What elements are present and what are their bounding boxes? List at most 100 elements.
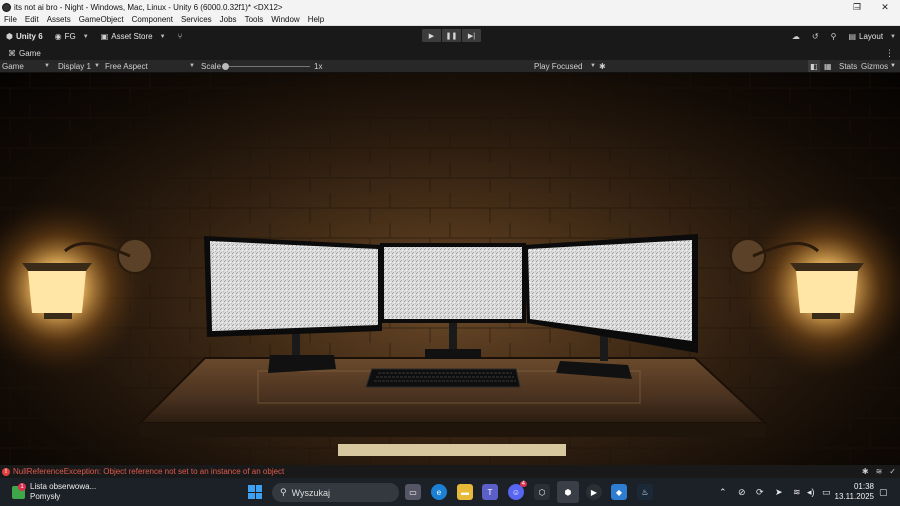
menu-window[interactable]: Window [267, 15, 303, 24]
menu-assets[interactable]: Assets [43, 15, 75, 24]
camera-off-icon[interactable]: ⊘ [738, 478, 746, 506]
chevron-down-icon: ▼ [890, 33, 896, 40]
volume-icon[interactable]: ◂) [807, 478, 815, 506]
view-mode-dropdown[interactable]: Game ▼ [2, 60, 52, 72]
console-error-message[interactable]: NullReferenceException: Object reference… [13, 467, 284, 476]
more-options-icon[interactable]: ⋮ [885, 47, 894, 60]
taskbar-search[interactable]: ⚲ Wyszukaj [272, 483, 399, 502]
widget-badge: 1 [18, 482, 26, 491]
game-viewport[interactable] [0, 73, 900, 465]
scale-slider-track[interactable] [224, 66, 310, 67]
search-icon: ⚲ [280, 487, 287, 497]
monitor-left [204, 236, 382, 337]
mute-audio-icon[interactable]: ◧ [808, 60, 820, 72]
unity-app-icon [2, 2, 11, 12]
bug-icon[interactable]: ✱ [599, 60, 606, 72]
taskbar-clock[interactable]: 01:38 13.11.2025 [835, 482, 874, 502]
keyboard-shortcuts-icon[interactable]: ▦ [824, 60, 832, 72]
desk-top [137, 357, 768, 424]
chevron-down-icon: ▼ [590, 63, 596, 69]
keyboard [365, 368, 521, 388]
window-title-bar: its not ai bro - Night - Windows, Mac, L… [0, 0, 900, 14]
layout-dropdown[interactable]: ▤ Layout ▼ [848, 26, 896, 47]
game-view-bar: Game ▼ Display 1 ▼ Free Aspect ▼ Scale 1… [0, 60, 900, 73]
widget-title: Lista obserwowa... [30, 482, 97, 491]
console-status-bar[interactable]: ! NullReferenceException: Object referen… [0, 465, 900, 478]
cloud-icon[interactable]: ☁ [792, 32, 800, 41]
chevron-down-icon: ▼ [159, 33, 166, 40]
play-button[interactable]: ▶ [422, 29, 441, 42]
sync-icon[interactable]: ⟳ [756, 478, 764, 506]
account-icon: ◉ [54, 32, 62, 41]
edge-icon[interactable]: e [431, 484, 447, 500]
menu-jobs[interactable]: Jobs [216, 15, 241, 24]
gizmos-button[interactable]: Gizmos [861, 60, 888, 72]
layout-icon: ▤ [848, 32, 857, 41]
notifications-icon[interactable]: ▢ [879, 478, 888, 506]
pause-button[interactable]: ❚❚ [442, 29, 461, 42]
toolbar-right: ☁ ↺ ⚲ ▤ Layout ▼ [792, 26, 896, 47]
clock-date: 13.11.2025 [834, 492, 874, 501]
error-icon: ! [2, 467, 10, 476]
send-icon[interactable]: ➤ [775, 478, 783, 506]
desk-drawer-light [338, 444, 566, 456]
menu-edit[interactable]: Edit [21, 15, 43, 24]
debug-icon[interactable]: ✱ [862, 467, 869, 476]
unity-editor-icon[interactable]: ⬢ [557, 481, 579, 503]
play-icon: ▶ [428, 32, 435, 40]
close-button[interactable]: ✕ [871, 0, 899, 14]
play-mode-label: Play Focused [534, 61, 583, 71]
scale-slider-handle[interactable] [222, 63, 229, 70]
stats-button[interactable]: Stats [839, 60, 857, 72]
asset-store-label: Asset Store [111, 32, 153, 41]
aspect-dropdown[interactable]: Free Aspect ▼ [105, 60, 195, 72]
discord-icon[interactable]: ☺ 4 [508, 481, 527, 500]
visual-studio-icon[interactable]: ◆ [611, 484, 627, 500]
tab-strip: ⌘ Game ⋮ [0, 47, 900, 60]
start-tile [248, 492, 255, 499]
step-button[interactable]: ▶| [462, 29, 481, 42]
file-explorer-icon[interactable]: ▬ [457, 484, 473, 500]
wifi-icon[interactable]: ≋ [793, 478, 801, 506]
task-view-icon[interactable]: ▭ [405, 484, 421, 500]
view-mode-label: Game [2, 61, 24, 71]
search-placeholder: Wyszukaj [291, 487, 331, 498]
asset-store-dropdown[interactable]: ▣ Asset Store ▼ [95, 26, 172, 47]
menu-gameobject[interactable]: GameObject [75, 15, 128, 24]
unity-menu-button[interactable]: ⬢ Unity 6 [0, 26, 49, 47]
steam-icon[interactable]: ♨ [637, 484, 653, 500]
teams-icon[interactable]: T [482, 484, 498, 500]
news-widget[interactable]: 1 Lista obserwowa... Pomysły [12, 482, 96, 502]
battery-icon[interactable]: ▭ [822, 478, 831, 506]
display-dropdown[interactable]: Display 1 ▼ [58, 60, 100, 72]
media-player-icon[interactable]: ▶ [586, 484, 602, 500]
tab-game[interactable]: ⌘ Game [2, 47, 47, 60]
version-control-button[interactable]: ⑂ [172, 26, 189, 47]
menu-services[interactable]: Services [177, 15, 216, 24]
layout-label: Layout [859, 32, 884, 41]
maximize-button[interactable]: ❐ [843, 0, 871, 14]
pause-icon: ❚❚ [445, 32, 458, 40]
play-mode-dropdown[interactable]: Play Focused ▼ [534, 60, 596, 72]
step-icon: ▶| [467, 32, 476, 40]
status-icons: ✱ ≋ ✓ [862, 465, 896, 478]
tray-overflow-icon[interactable]: ⌃ [719, 478, 727, 506]
menu-component[interactable]: Component [128, 15, 177, 24]
windows-start-button[interactable] [248, 485, 262, 499]
check-icon[interactable]: ✓ [889, 467, 896, 476]
chevron-down-icon[interactable]: ▼ [890, 60, 896, 72]
menu-file[interactable]: File [0, 15, 21, 24]
menu-help[interactable]: Help [304, 15, 328, 24]
chevron-down-icon: ▼ [44, 63, 50, 69]
discord-glyph: ☺ [511, 487, 521, 497]
search-icon[interactable]: ⚲ [831, 32, 837, 41]
start-tile [248, 485, 255, 492]
unity-hub-icon[interactable]: ⬡ [534, 484, 550, 500]
menu-bar: File Edit Assets GameObject Component Se… [0, 14, 900, 26]
menu-tools[interactable]: Tools [241, 15, 268, 24]
layers-icon[interactable]: ≋ [876, 467, 883, 476]
account-dropdown[interactable]: ◉ FG ▼ [49, 26, 95, 47]
widget-subtitle: Pomysły [30, 492, 61, 501]
widget-icon: 1 [12, 482, 26, 499]
history-icon[interactable]: ↺ [812, 32, 819, 41]
